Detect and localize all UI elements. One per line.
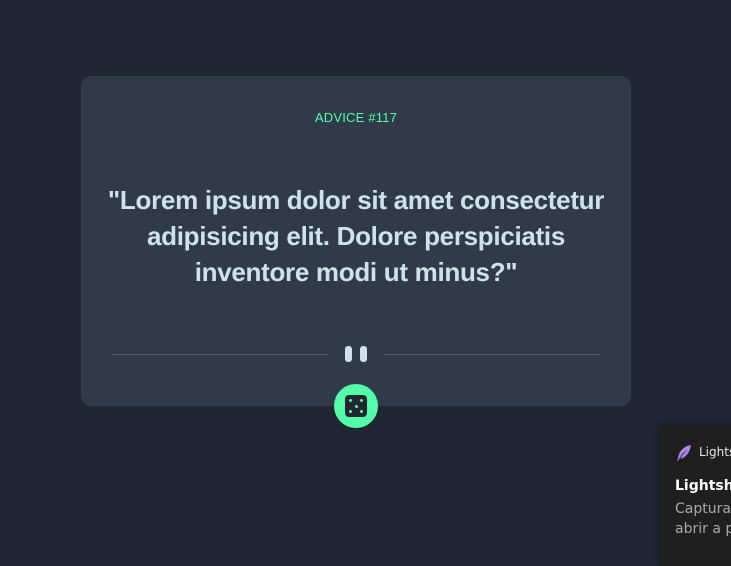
notification-body: Captura abrir a p	[675, 499, 731, 539]
notification-toast[interactable]: Lightshot Lightshot Captura abrir a p	[660, 426, 731, 566]
advice-card: ADVICE #117 "Lorem ipsum dolor sit amet …	[81, 76, 631, 406]
new-advice-button[interactable]	[334, 384, 378, 428]
pause-icon	[345, 346, 367, 362]
advice-quote: "Lorem ipsum dolor sit amet consectetur …	[107, 185, 605, 287]
notification-title: Lightshot	[675, 478, 731, 494]
notification-body-line2: abrir a p	[675, 521, 731, 537]
divider-left	[112, 354, 328, 355]
divider-right	[384, 354, 600, 355]
dice-icon	[345, 395, 367, 417]
notification-app-name: Lightshot	[699, 445, 731, 459]
notification-body-line1: Captura	[675, 501, 731, 517]
advice-id-label: ADVICE #117	[314, 110, 398, 125]
feather-icon	[677, 445, 691, 461]
